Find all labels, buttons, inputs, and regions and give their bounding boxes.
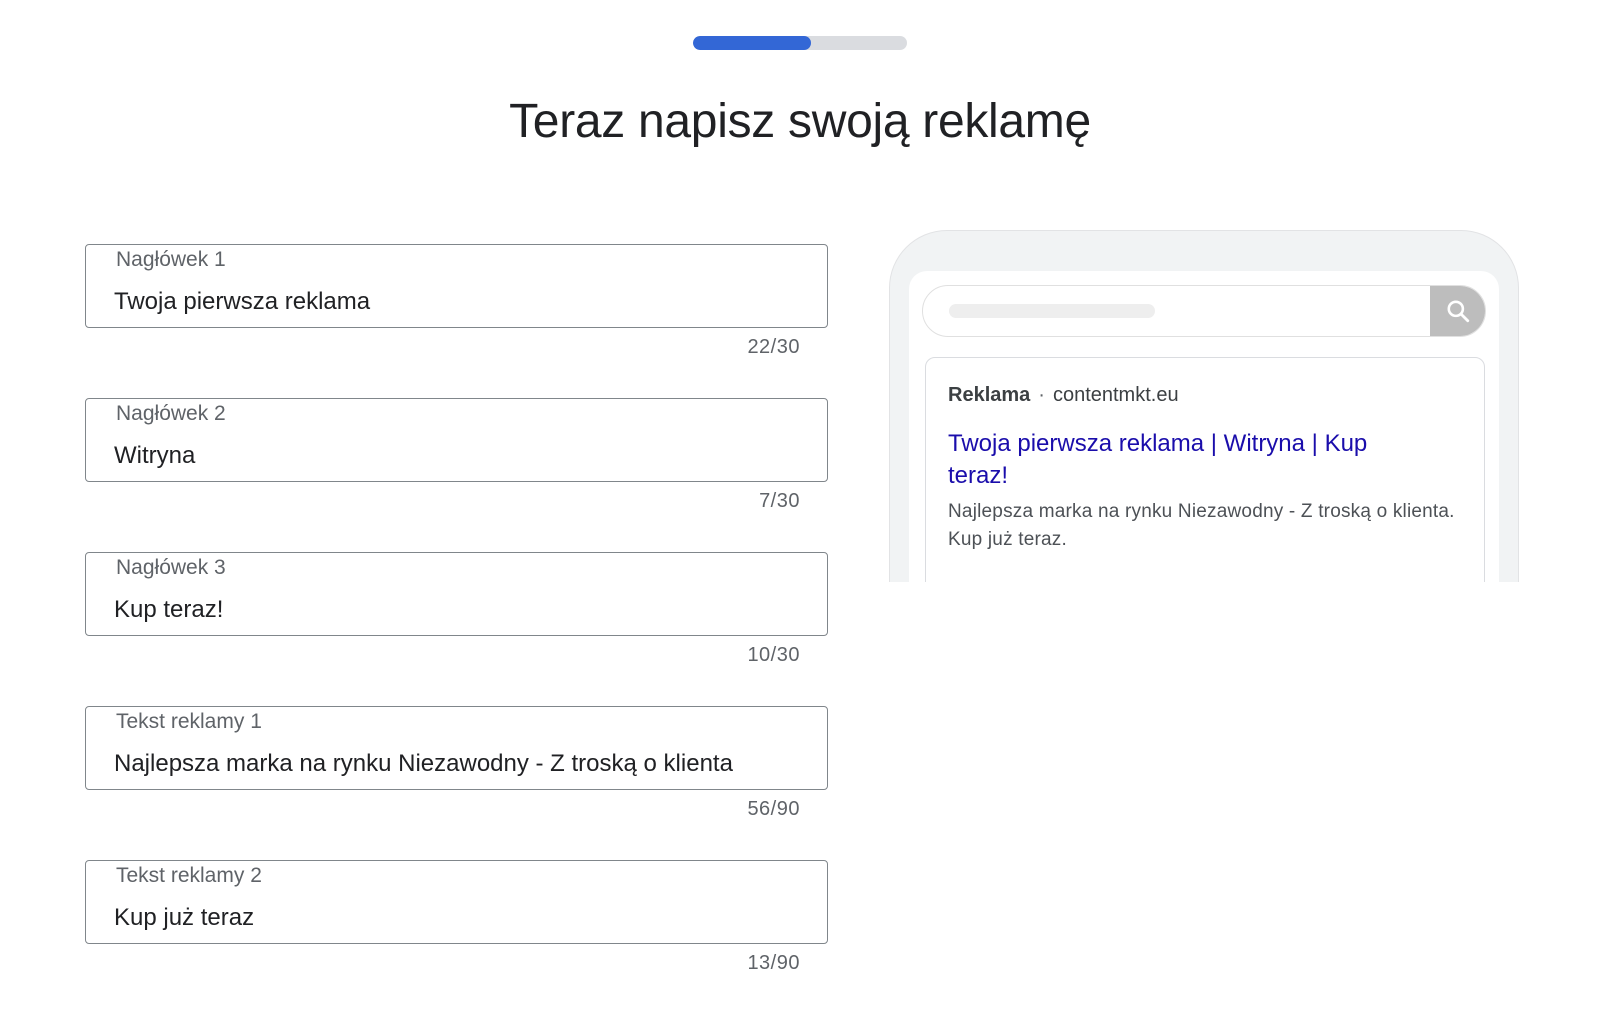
search-placeholder xyxy=(949,304,1155,318)
search-icon xyxy=(1447,300,1470,323)
description-2-label: Tekst reklamy 2 xyxy=(108,863,270,889)
description-1-input-box[interactable]: Tekst reklamy 1 xyxy=(85,706,828,790)
headline-2-counter: 7/30 xyxy=(759,490,800,512)
ad-preview-card: Reklama · contentmkt.eu Twoja pierwsza rek… xyxy=(925,357,1485,582)
page-title: Teraz napisz swoją reklamę xyxy=(509,95,1091,148)
description-2-field: Tekst reklamy 2 13/90 xyxy=(85,844,830,998)
ad-headline-link[interactable]: Twoja pierwsza reklama | Witryna | Kup t… xyxy=(948,428,1418,492)
description-1-field: Tekst reklamy 1 56/90 xyxy=(85,690,830,844)
headline-1-input-box[interactable]: Nagłówek 1 xyxy=(85,244,828,328)
ad-display-url: contentmkt.eu xyxy=(1052,384,1179,406)
progress-bar xyxy=(693,36,907,50)
phone-screen: Reklama · contentmkt.eu Twoja pierwsza rek… xyxy=(909,271,1499,582)
description-2-input-box[interactable]: Tekst reklamy 2 xyxy=(85,860,828,944)
headline-1-field: Nagłówek 1 22/30 xyxy=(85,228,830,382)
ad-badge: Reklama xyxy=(948,384,1031,406)
headline-2-input[interactable] xyxy=(114,439,804,473)
progress-bar-fill xyxy=(693,36,811,50)
ad-separator: · xyxy=(1038,384,1045,406)
ad-meta: Reklama · contentmkt.eu xyxy=(948,384,1179,407)
phone-preview: Reklama · contentmkt.eu Twoja pierwsza rek… xyxy=(889,230,1519,582)
description-2-counter: 13/90 xyxy=(747,952,800,974)
headline-3-input-box[interactable]: Nagłówek 3 xyxy=(85,552,828,636)
headline-3-input[interactable] xyxy=(114,593,804,627)
headline-2-field: Nagłówek 2 7/30 xyxy=(85,382,830,536)
headline-3-counter: 10/30 xyxy=(747,644,800,666)
headline-1-counter: 22/30 xyxy=(747,336,800,358)
headline-3-field: Nagłówek 3 10/30 xyxy=(85,536,830,690)
search-button[interactable] xyxy=(1430,286,1485,336)
headline-3-label: Nagłówek 3 xyxy=(108,555,234,581)
search-bar[interactable] xyxy=(922,285,1486,337)
headline-2-input-box[interactable]: Nagłówek 2 xyxy=(85,398,828,482)
description-1-counter: 56/90 xyxy=(747,798,800,820)
headline-1-label: Nagłówek 1 xyxy=(108,247,234,273)
ad-form: Nagłówek 1 22/30 Nagłówek 2 7/30 Nagłówe… xyxy=(85,228,830,998)
ad-description: Najlepsza marka na rynku Niezawodny - Z … xyxy=(948,501,1455,550)
description-1-label: Tekst reklamy 1 xyxy=(108,709,270,735)
headline-2-label: Nagłówek 2 xyxy=(108,401,234,427)
description-1-input[interactable] xyxy=(114,747,804,781)
description-2-input[interactable] xyxy=(114,901,804,935)
headline-1-input[interactable] xyxy=(114,285,804,319)
